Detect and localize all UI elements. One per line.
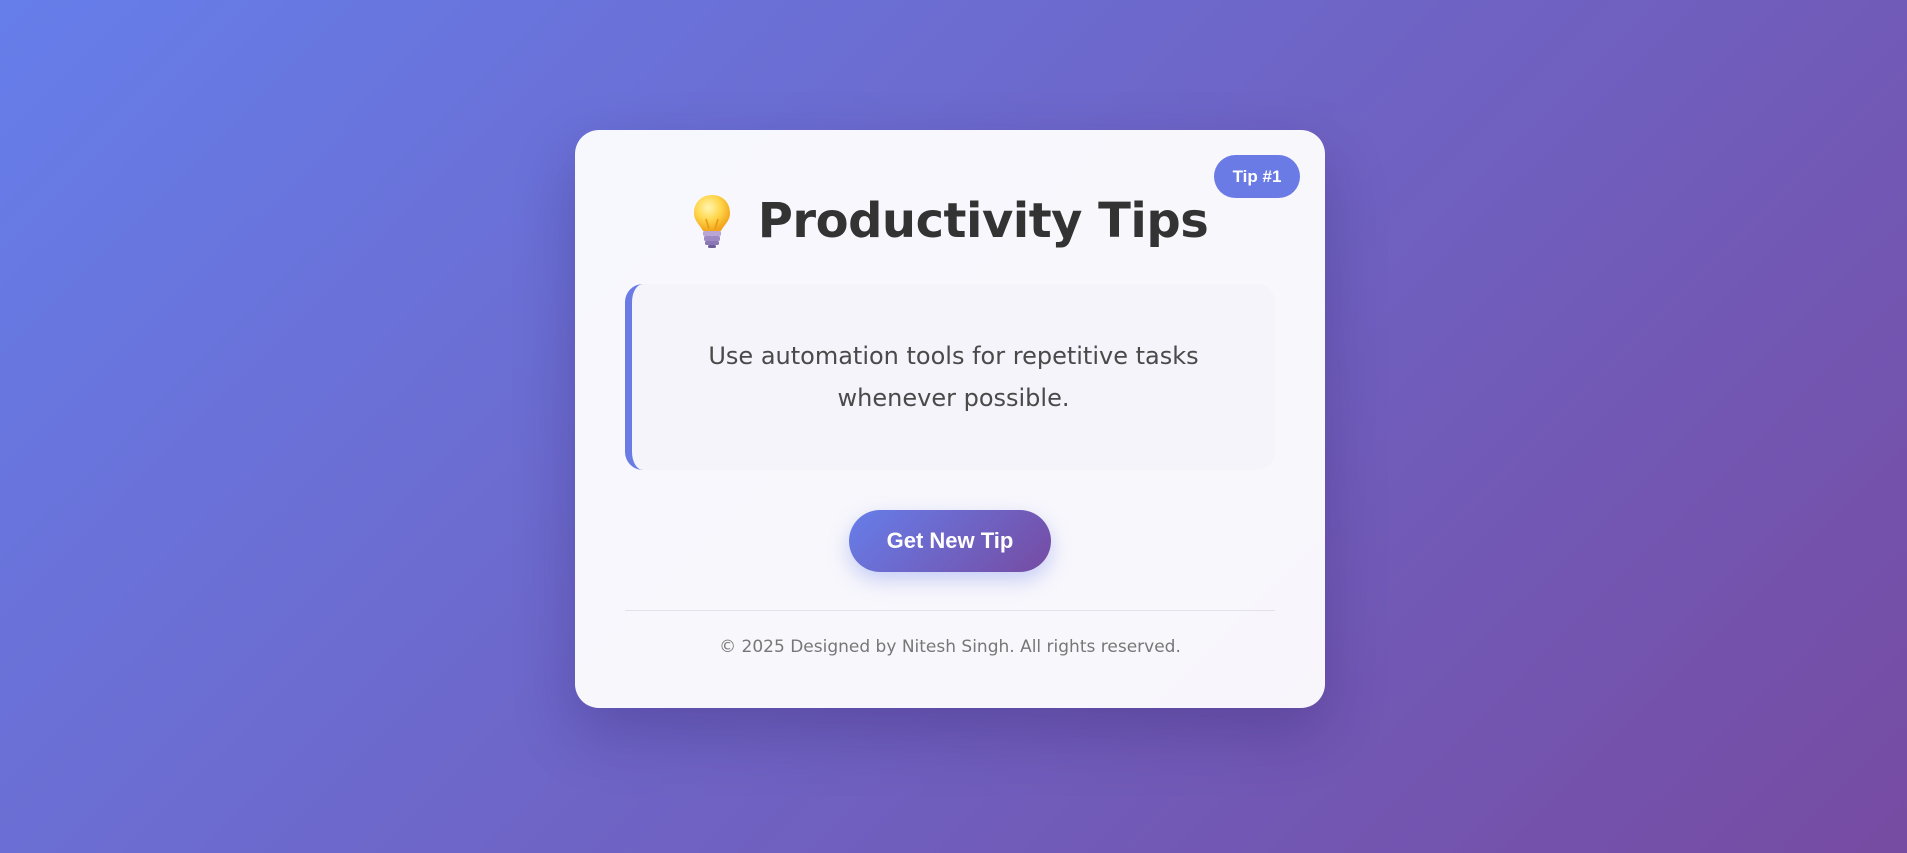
- tip-card: Tip #1 Productivity Tips Use automation …: [575, 130, 1325, 708]
- lightbulb-icon: [692, 193, 732, 249]
- divider: [625, 610, 1275, 611]
- page-title: Productivity Tips: [757, 193, 1209, 249]
- tip-box: Use automation tools for repetitive task…: [625, 284, 1275, 470]
- header: Productivity Tips: [575, 186, 1325, 256]
- tip-text: Use automation tools for repetitive task…: [708, 342, 1199, 412]
- footer-copyright: © 2025 Designed by Nitesh Singh. All rig…: [719, 637, 1181, 657]
- get-new-tip-button[interactable]: Get New Tip: [849, 510, 1051, 572]
